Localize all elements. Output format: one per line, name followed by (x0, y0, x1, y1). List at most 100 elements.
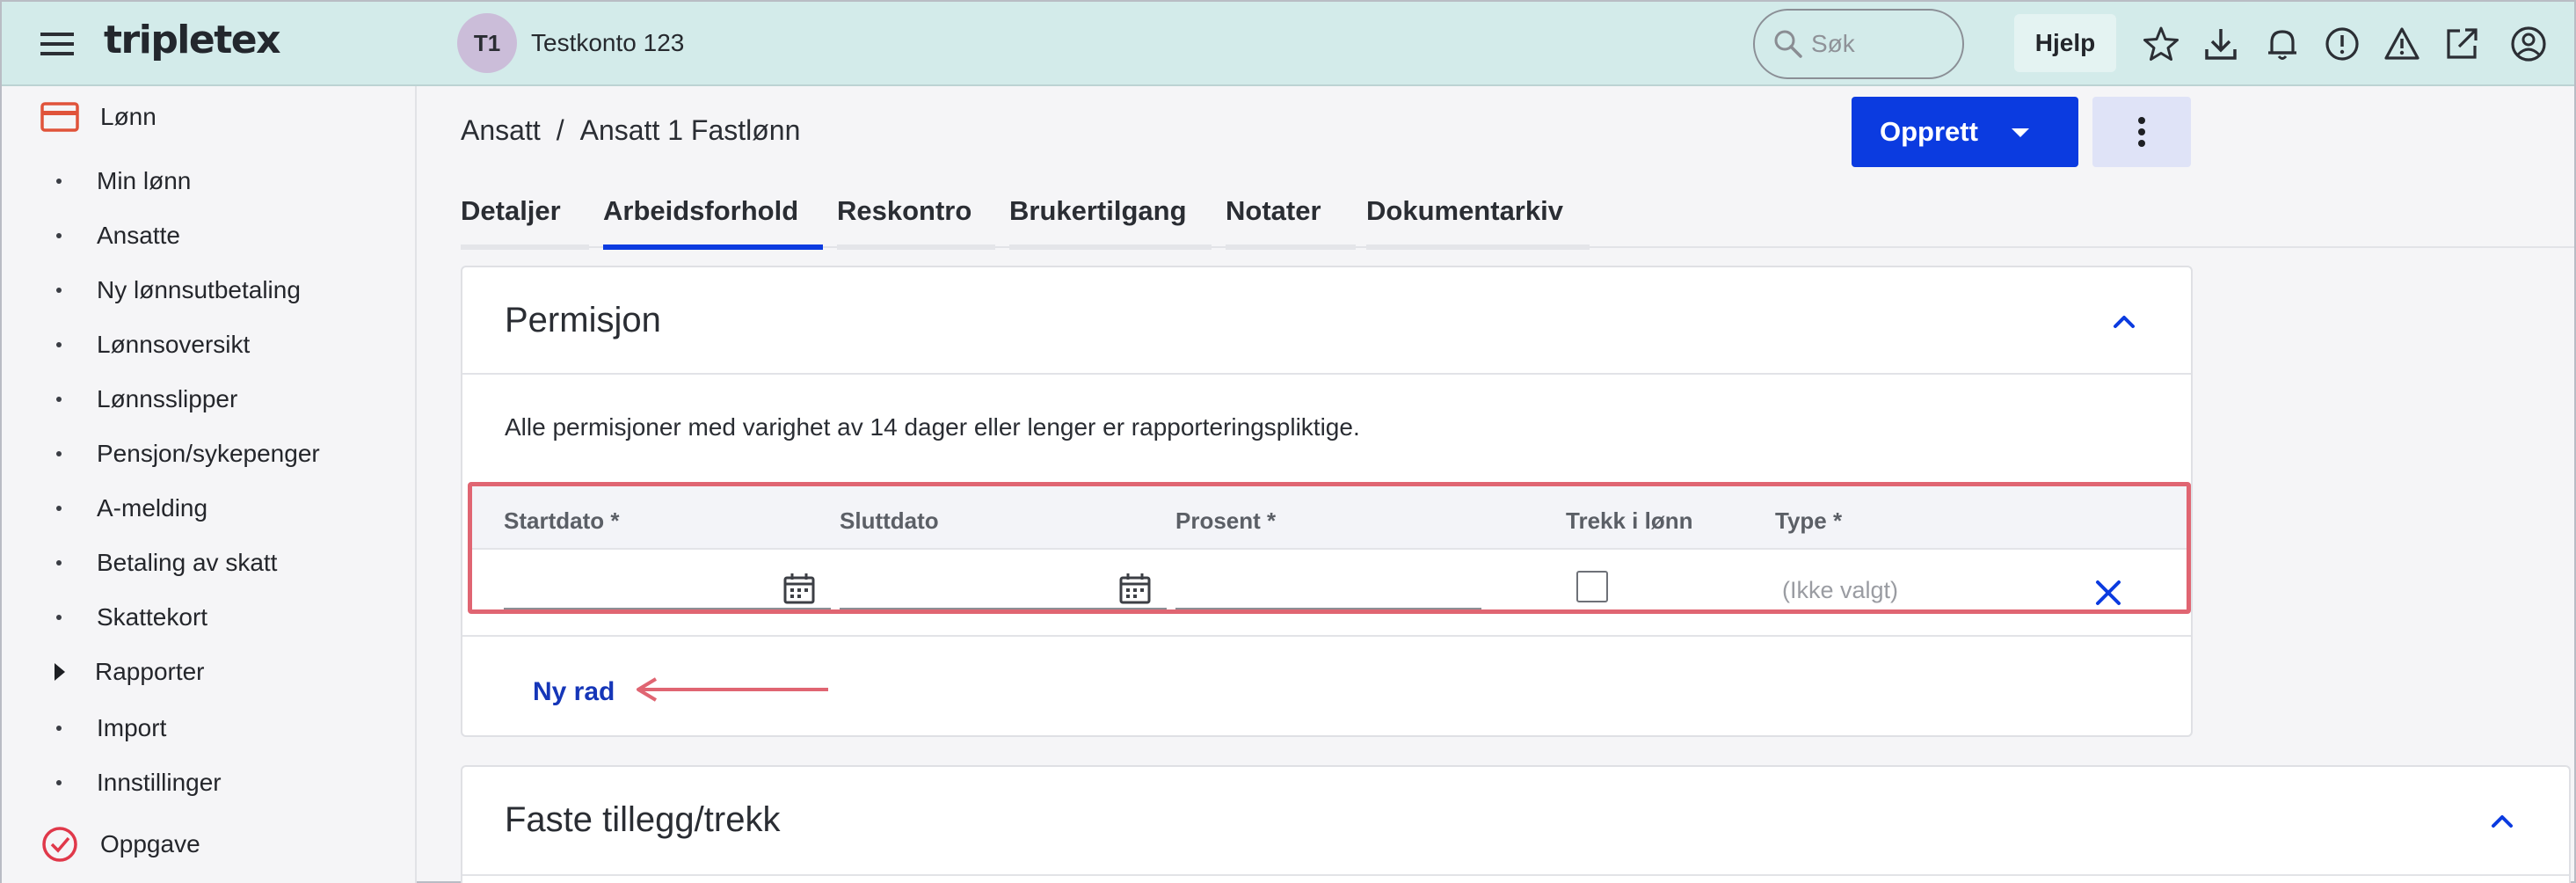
sidebar-module-salary-label: Lønn (100, 103, 156, 130)
sidebar-item-skattekort[interactable]: Skattekort (56, 603, 207, 631)
bell-icon[interactable] (2263, 25, 2302, 63)
chevron-up-icon[interactable] (2107, 304, 2142, 339)
star-icon[interactable] (2142, 25, 2180, 63)
tab-dokumentarkiv[interactable]: Dokumentarkiv (1366, 195, 1590, 250)
sidebar-item-a-melding[interactable]: A-melding (56, 494, 207, 522)
search-icon (1772, 28, 1804, 60)
permisjon-table: Startdato * Sluttdato Prosent * Trekk i … (468, 482, 2191, 614)
wallet-icon (40, 102, 79, 132)
search-box[interactable] (1753, 9, 1964, 79)
sidebar-item-lonnsoversikt[interactable]: Lønnsoversikt (56, 331, 250, 359)
tab-label: Reskontro (837, 195, 972, 226)
caret-right-icon (55, 663, 65, 681)
bullet-icon (56, 726, 62, 731)
bullet-icon (56, 506, 62, 511)
download-icon[interactable] (2201, 25, 2240, 63)
more-vertical-icon (2092, 97, 2191, 167)
new-row-link[interactable]: Ny rad (533, 677, 615, 707)
tab-label: Notater (1226, 195, 1321, 226)
sidebar-item-betaling-av-skatt[interactable]: Betaling av skatt (56, 549, 277, 577)
bullet-icon (56, 179, 62, 184)
hamburger-menu-icon[interactable] (39, 28, 76, 60)
tab-label: Brukertilgang (1009, 195, 1187, 226)
company-name[interactable]: Testkonto 123 (531, 29, 684, 57)
sidebar-item-pensjon-sykepenger[interactable]: Pensjon/sykepenger (56, 440, 320, 468)
permisjon-card: Permisjon Alle permisjoner med varighet … (461, 266, 2193, 737)
sluttdato-input[interactable] (840, 608, 1167, 609)
tab-underline (461, 244, 589, 250)
column-header-type: Type * (1775, 507, 1843, 534)
create-button[interactable]: Opprett (1852, 97, 2078, 167)
sidebar-module-salary[interactable]: Lønn (40, 102, 156, 132)
column-header-sluttdato: Sluttdato (840, 507, 939, 534)
user-account-icon[interactable] (2509, 25, 2548, 63)
calendar-icon[interactable] (782, 571, 817, 606)
breadcrumb-parent[interactable]: Ansatt (461, 114, 541, 146)
bullet-icon (56, 560, 62, 566)
remove-row-icon[interactable] (2093, 578, 2123, 608)
tab-underline (1009, 244, 1212, 250)
bullet-icon (56, 451, 62, 456)
sidebar-item-import[interactable]: Import (56, 714, 166, 742)
search-input[interactable] (1811, 30, 1943, 58)
tab-brukertilgang[interactable]: Brukertilgang (1009, 195, 1212, 250)
tab-reskontro[interactable]: Reskontro (837, 195, 995, 250)
startdato-input[interactable] (504, 608, 831, 609)
faste-tillegg-trekk-card: Faste tillegg/trekk (461, 765, 2571, 883)
sidebar-item-label: Pensjon/sykepenger (97, 440, 320, 467)
type-select[interactable]: (Ikke valgt) (1782, 577, 1898, 604)
tab-notater[interactable]: Notater (1226, 195, 1356, 250)
bullet-icon (56, 233, 62, 238)
faste-tillegg-trekk-title: Faste tillegg/trekk (505, 800, 781, 839)
sidebar-item-label: Ny lønnsutbetaling (97, 276, 301, 303)
chevron-down-icon (2012, 128, 2029, 137)
external-link-icon[interactable] (2442, 25, 2481, 63)
sidebar-item-ansatte[interactable]: Ansatte (56, 222, 180, 250)
tab-underline (837, 244, 995, 250)
prosent-input[interactable] (1175, 608, 1481, 609)
sidebar-item-label: Betaling av skatt (97, 549, 278, 576)
calendar-icon[interactable] (1117, 571, 1153, 606)
chevron-up-icon[interactable] (2485, 804, 2520, 839)
breadcrumb-current: Ansatt 1 Fastlønn (579, 114, 801, 146)
tab-bar: Detaljer Arbeidsforhold Reskontro Bruker… (461, 195, 2574, 250)
warning-triangle-icon[interactable] (2383, 25, 2421, 63)
sidebar-item-innstillinger[interactable]: Innstillinger (56, 769, 222, 797)
sidebar-module-task[interactable]: Oppgave (40, 825, 200, 864)
bullet-icon (56, 342, 62, 347)
column-header-prosent: Prosent * (1175, 507, 1277, 534)
check-circle-icon (40, 825, 79, 864)
breadcrumb-separator: / (556, 114, 564, 146)
bullet-icon (56, 615, 62, 620)
tab-underline-active (603, 244, 823, 250)
tab-arbeidsforhold[interactable]: Arbeidsforhold (603, 195, 823, 250)
sidebar-item-label: Rapporter (95, 658, 205, 685)
sidebar-item-ny-lonnsutbetaling[interactable]: Ny lønnsutbetaling (56, 276, 301, 304)
sidebar-item-min-lonn[interactable]: Min lønn (56, 167, 191, 195)
card-divider (462, 373, 2191, 375)
tab-label: Dokumentarkiv (1366, 195, 1563, 226)
permisjon-info-text: Alle permisjoner med varighet av 14 dage… (505, 413, 1360, 441)
sidebar-item-label: Ansatte (97, 222, 180, 249)
bullet-icon (56, 780, 62, 785)
trekk-i-lonn-checkbox[interactable] (1576, 571, 1608, 602)
card-divider (462, 874, 2569, 876)
column-header-startdato: Startdato * (504, 507, 620, 534)
sidebar-item-rapporter[interactable]: Rapporter (55, 658, 205, 686)
annotation-arrow-icon (629, 672, 832, 707)
company-avatar[interactable]: T1 (457, 13, 517, 73)
tab-underline (1226, 244, 1356, 250)
bullet-icon (56, 397, 62, 402)
alert-circle-icon[interactable] (2323, 25, 2361, 63)
sidebar-item-label: Innstillinger (97, 769, 222, 796)
sidebar-item-lonnsslipper[interactable]: Lønnsslipper (56, 385, 237, 413)
more-options-button[interactable] (2092, 97, 2191, 167)
help-button[interactable]: Hjelp (2014, 14, 2116, 72)
tripletex-logo[interactable]: tripletex (104, 18, 281, 62)
tab-detaljer[interactable]: Detaljer (461, 195, 589, 250)
sidebar-item-label: A-melding (97, 494, 208, 522)
tab-underline (1366, 244, 1590, 250)
sidebar: Lønn Min lønn Ansatte Ny lønnsutbetaling… (2, 86, 417, 883)
permisjon-title: Permisjon (505, 301, 661, 339)
sidebar-item-label: Min lønn (97, 167, 192, 194)
